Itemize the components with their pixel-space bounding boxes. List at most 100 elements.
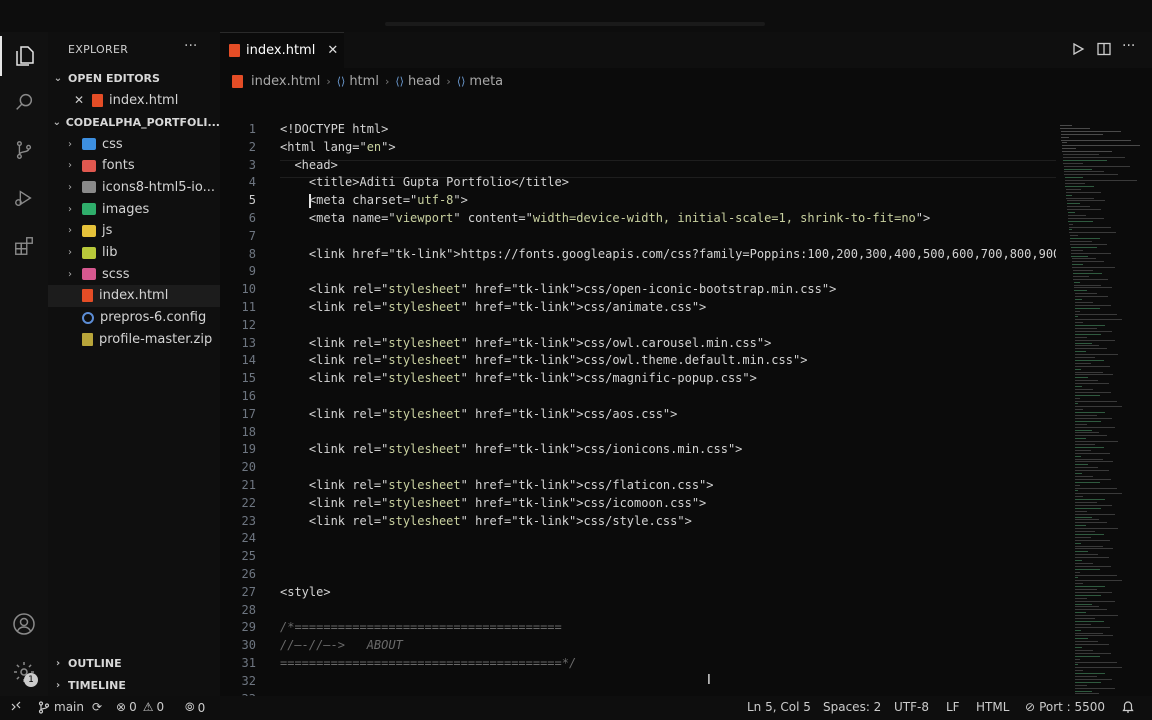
folder-icon [82, 159, 96, 172]
close-icon[interactable]: ✕ [327, 43, 338, 58]
tree-item[interactable]: › images [48, 198, 220, 220]
tree-item-label: index.html [99, 288, 169, 304]
split-editor-icon[interactable] [1097, 42, 1111, 60]
minimap-line [1075, 658, 1080, 660]
minimap-line [1063, 168, 1092, 170]
code-line: <meta charset="utf-8"> [280, 192, 468, 210]
tree-item-label: css [102, 136, 123, 152]
tree-item[interactable]: › css [48, 133, 220, 155]
more-actions-icon[interactable]: ··· [1122, 38, 1135, 54]
minimap-line [1075, 652, 1111, 654]
html5-icon [82, 289, 93, 303]
end-of-line[interactable]: LF [946, 700, 960, 714]
minimap[interactable] [1056, 89, 1152, 704]
live-server-port[interactable]: ⊘ Port : 5500 [1025, 700, 1105, 714]
tree-item[interactable]: › scss [48, 263, 220, 285]
tree-item[interactable]: profile-master.zip [48, 328, 220, 350]
minimap-line [1075, 510, 1087, 512]
explorer-title: EXPLORER [68, 43, 129, 56]
breadcrumb-file[interactable]: index.html [251, 74, 320, 89]
minimap-line [1065, 183, 1086, 184]
minimap-line [1075, 597, 1087, 599]
line-number: 11 [241, 300, 256, 314]
minimap-line [1075, 403, 1078, 405]
source-control-icon[interactable] [0, 130, 48, 170]
minimap-line [1074, 293, 1098, 295]
tag-icon: ⟨⟩ [336, 74, 346, 88]
minimap-line [1075, 490, 1078, 492]
minimap-line [1075, 333, 1102, 335]
code-line: <link rel="stylesheet" href="tk-link">cs… [280, 335, 772, 350]
no-entry-icon: ⊘ [1025, 700, 1036, 714]
code-editor[interactable]: <!DOCTYPE html> <html lang="en"> <head> <… [280, 89, 1056, 699]
minimap-line [1075, 609, 1108, 611]
bell-icon[interactable] [1122, 700, 1134, 713]
minimap-line [1075, 322, 1084, 324]
minimap-line [1075, 548, 1114, 550]
minimap-line [1060, 127, 1091, 129]
project-section[interactable]: ⌄ CODEALPHA_PORTFOLI... [48, 111, 220, 133]
minimap-line [1074, 287, 1113, 289]
indentation[interactable]: Spaces: 2 [823, 700, 881, 714]
code-line: <!DOCTYPE html> [280, 122, 389, 136]
run-debug-icon[interactable] [0, 178, 48, 218]
remote-icon[interactable] [10, 700, 22, 712]
minimap-line [1070, 241, 1092, 242]
minimap-line [1075, 551, 1089, 553]
branch-status[interactable]: main ⟳ [38, 700, 102, 714]
encoding[interactable]: UTF-8 [894, 700, 929, 714]
minimap-line [1075, 455, 1081, 457]
tree-item[interactable]: › fonts [48, 155, 220, 177]
open-editor-item[interactable]: ✕ index.html [48, 89, 220, 111]
line-number: 16 [241, 389, 256, 403]
tab-index-html[interactable]: index.html ✕ [220, 32, 344, 68]
outline-section[interactable]: › OUTLINE [48, 652, 220, 674]
command-center[interactable] [385, 22, 765, 26]
manage-gear-icon[interactable] [0, 652, 48, 692]
explorer-files-icon[interactable] [0, 36, 48, 76]
minimap-line [1075, 560, 1083, 561]
minimap-line [1075, 386, 1083, 387]
more-actions-icon[interactable]: ··· [184, 38, 197, 54]
sync-icon[interactable]: ⟳ [92, 700, 102, 714]
breadcrumb-meta[interactable]: meta [469, 74, 503, 89]
extensions-icon[interactable] [0, 226, 48, 266]
breadcrumb-head[interactable]: head [408, 74, 440, 89]
html5-icon [229, 44, 240, 57]
minimap-line [1065, 188, 1082, 190]
ports-status[interactable]: ⦾ 0 [185, 700, 205, 715]
tree-item[interactable]: › icons8-html5-io... [48, 176, 220, 198]
line-number: 19 [241, 442, 256, 457]
minimap-line [1075, 516, 1092, 518]
tree-item[interactable]: › lib [48, 242, 220, 264]
tag-icon: ⟨⟩ [456, 74, 466, 88]
minimap-line [1075, 339, 1115, 341]
minimap-line [1075, 644, 1109, 646]
cursor-position[interactable]: Ln 5, Col 5 [747, 700, 811, 714]
minimap-line [1075, 458, 1103, 460]
close-icon[interactable]: ✕ [74, 93, 86, 107]
minimap-line [1063, 159, 1107, 161]
run-icon[interactable] [1071, 42, 1085, 60]
open-editors-section[interactable]: ⌄ OPEN EDITORS [48, 67, 220, 89]
minimap-line [1074, 296, 1109, 298]
search-icon[interactable] [0, 82, 48, 122]
problems-status[interactable]: ⊗ 0 ⚠ 0 [116, 700, 164, 714]
minimap-line [1065, 191, 1101, 193]
tree-item[interactable]: prepros-6.config [48, 307, 220, 329]
minimap-line [1071, 252, 1111, 254]
line-number: 12 [241, 317, 256, 332]
chevron-right-icon: › [68, 160, 72, 172]
account-icon[interactable] [0, 604, 48, 644]
minimap-line [1075, 388, 1093, 390]
timeline-section[interactable]: › TIMELINE [48, 674, 220, 696]
language-mode[interactable]: HTML [976, 700, 1009, 714]
line-number: 15 [241, 371, 256, 386]
minimap-line [1063, 165, 1130, 167]
breadcrumb-html[interactable]: html [349, 74, 379, 89]
tree-item[interactable]: › js [48, 220, 220, 242]
line-number: 20 [241, 460, 256, 475]
tree-item[interactable]: index.html [48, 284, 220, 307]
line-number: 18 [241, 424, 256, 439]
minimap-line [1075, 649, 1093, 651]
